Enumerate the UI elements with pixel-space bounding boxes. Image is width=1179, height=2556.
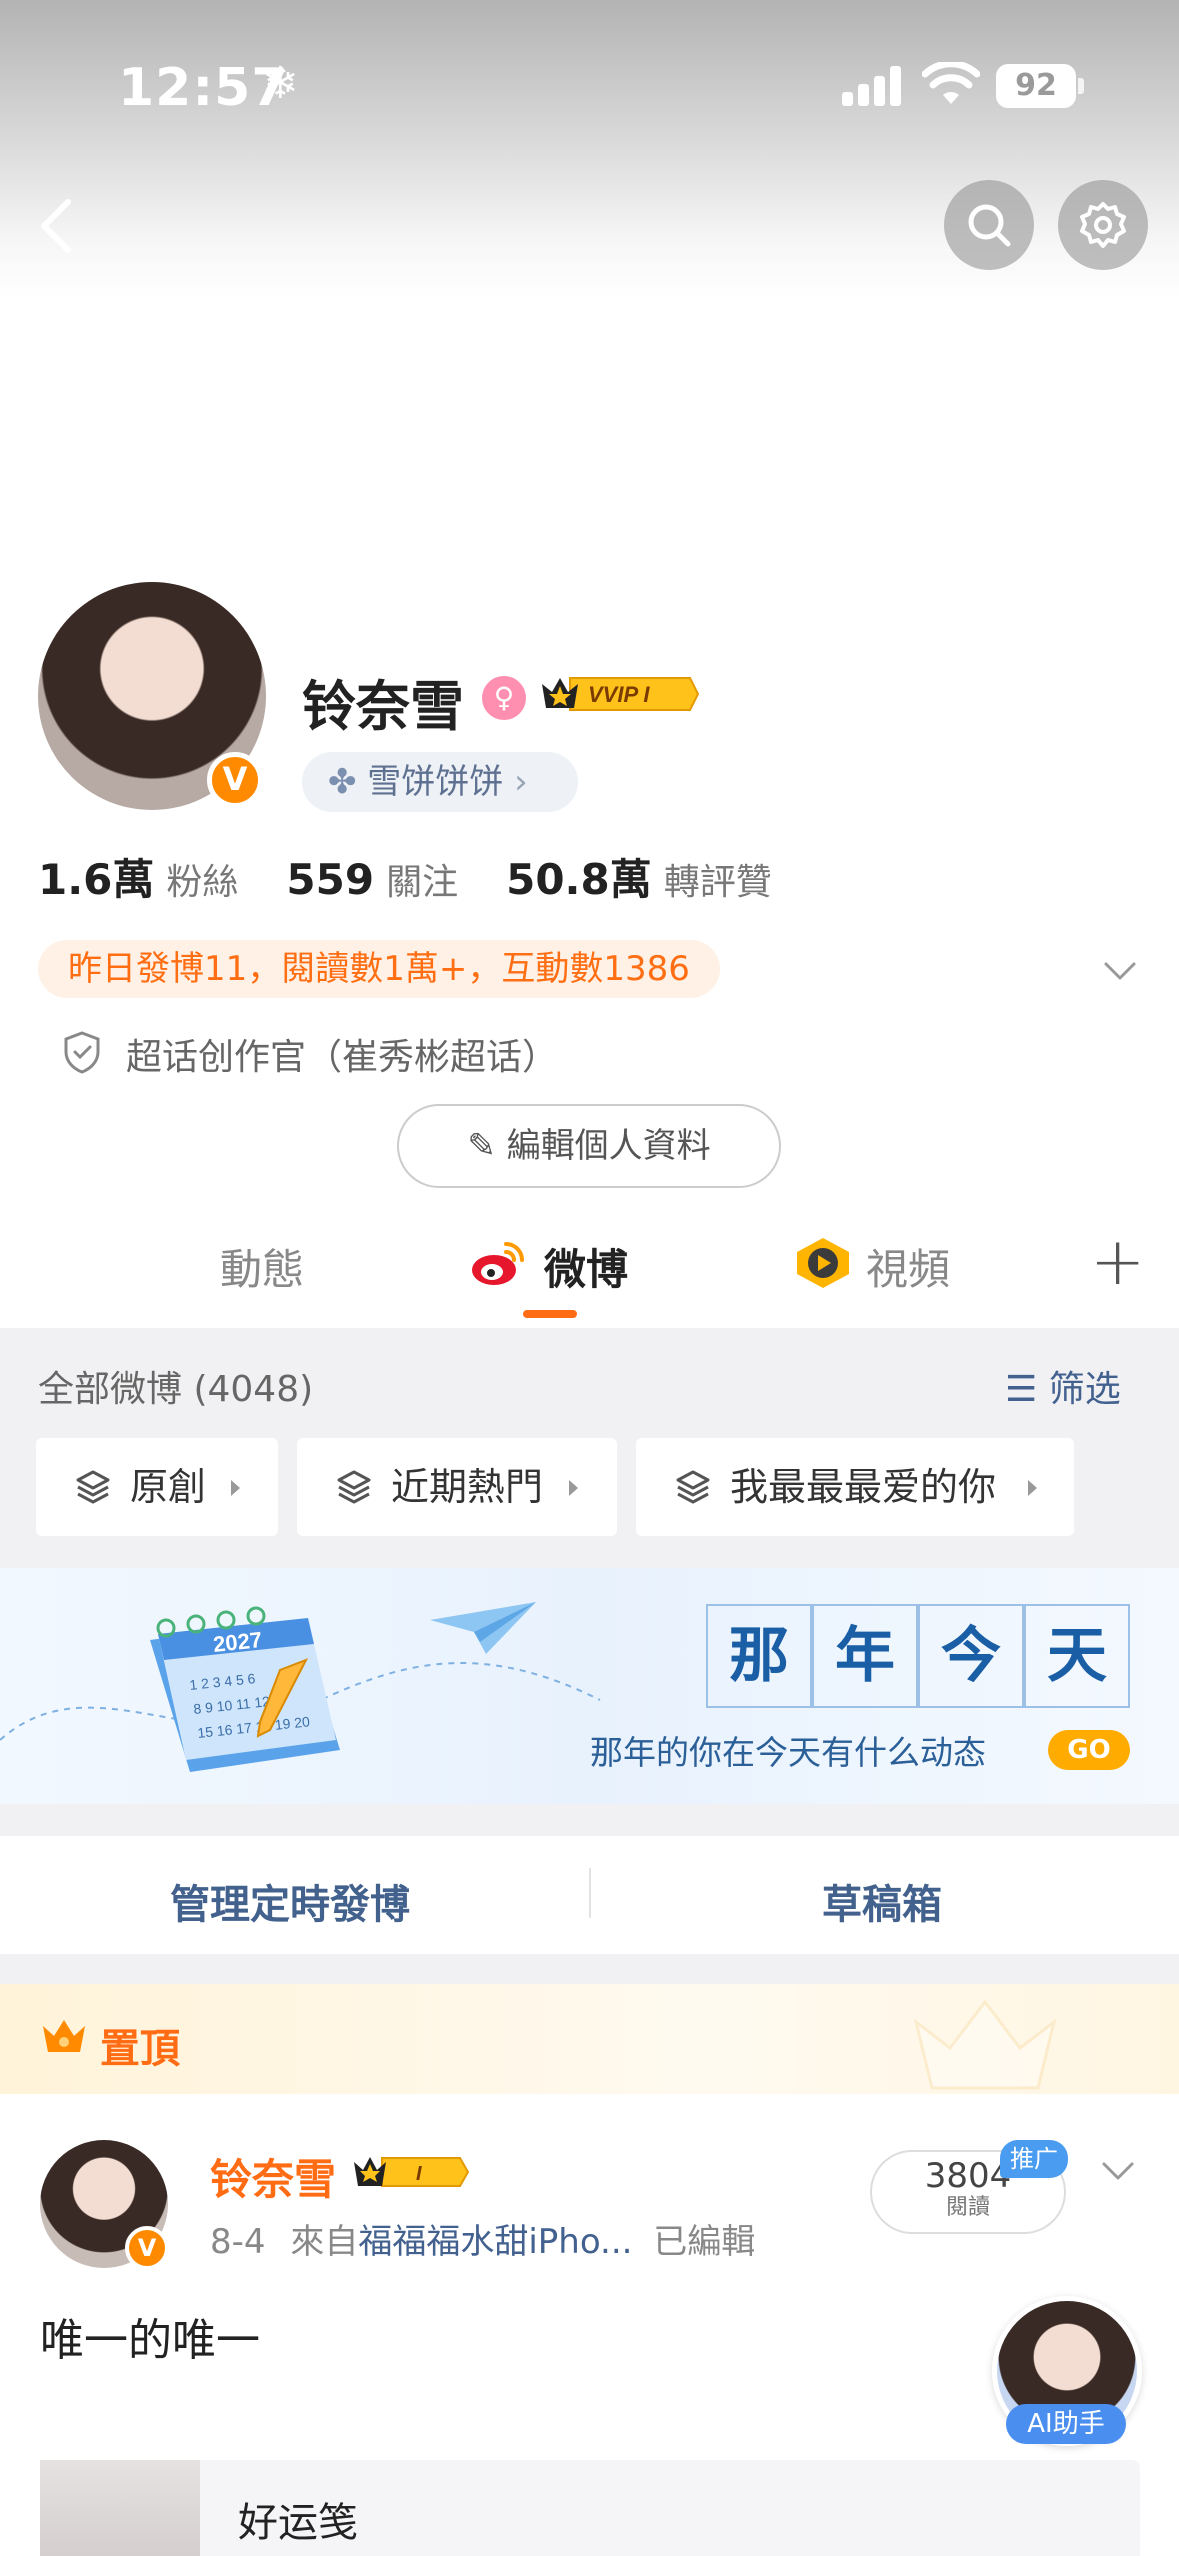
- search-button[interactable]: [944, 180, 1034, 270]
- settings-button[interactable]: [1058, 180, 1148, 270]
- member-badge[interactable]: I: [352, 2152, 470, 2192]
- caret-right-icon: [1028, 1480, 1037, 1496]
- crown-watermark-icon: [913, 1999, 1057, 2090]
- attachment-thumbnail: [40, 2460, 200, 2556]
- drafts-button[interactable]: 草稿箱: [822, 1872, 942, 1930]
- chip-favorites[interactable]: 我最最最爱的你: [636, 1438, 1074, 1536]
- profile-stats: 1.6萬 粉絲 559 關注 50.8萬 轉評贊: [38, 846, 820, 907]
- following-count[interactable]: 559: [286, 855, 374, 904]
- activity-summary[interactable]: 昨日發博11，閱讀數1萬+，互動數1386: [38, 940, 720, 998]
- layers-icon: [76, 1470, 110, 1504]
- crown-icon: [43, 2020, 85, 2052]
- chip-label: 我最最最爱的你: [730, 1465, 997, 1509]
- tab-video[interactable]: 視頻: [866, 1236, 950, 1297]
- vvip-label: VVIP I: [588, 682, 650, 707]
- caret-right-icon: [231, 1480, 240, 1496]
- promote-badge[interactable]: 推广: [1000, 2140, 1068, 2178]
- profile-name: 铃奈雪: [302, 675, 464, 738]
- chevron-right-icon: ›: [503, 762, 528, 802]
- scheduled-posts-button[interactable]: 管理定時發博: [170, 1872, 410, 1930]
- layers-icon: [337, 1470, 371, 1504]
- paper-plane-icon: [430, 1602, 536, 1654]
- manage-separator: [589, 1868, 591, 1918]
- calendar-year: 2027: [212, 1627, 263, 1657]
- gear-icon: [1080, 202, 1126, 248]
- post-from-prefix: 來自: [290, 2222, 359, 2262]
- video-icon: [797, 1238, 849, 1288]
- following-label[interactable]: 關注: [386, 862, 458, 903]
- post-meta: 8-4 來自福福福水甜iPho... 已編輯: [210, 2214, 755, 2263]
- post-source[interactable]: 福福福水甜iPho...: [358, 2222, 632, 2262]
- weibo-logo-icon: [472, 1242, 524, 1285]
- pinned-label: 置頂: [100, 2026, 180, 2072]
- banner-title-char: 天: [1024, 1604, 1130, 1708]
- filter-icon: ☰: [1005, 1369, 1049, 1410]
- filter-button[interactable]: ☰ 筛选: [1005, 1360, 1121, 1412]
- fans-label[interactable]: 粉絲: [166, 862, 238, 903]
- shield-icon: [64, 1031, 100, 1074]
- attachment-title: 好运笺: [238, 2500, 358, 2546]
- tab-weibo[interactable]: 微博: [544, 1236, 628, 1297]
- active-tab-indicator: [523, 1310, 577, 1318]
- fan-group-label: 雪饼饼饼: [367, 762, 504, 802]
- battery-cap: [1078, 78, 1084, 94]
- banner-go-button[interactable]: GO: [1048, 1730, 1130, 1770]
- verified-badge: V: [207, 752, 263, 808]
- edit-profile-button[interactable]: ✎ 編輯個人資料: [397, 1104, 781, 1188]
- verified-badge: V: [125, 2226, 169, 2270]
- post-text: 唯一的唯一: [40, 2315, 260, 2366]
- chip-recent-hot[interactable]: 近期熱門: [297, 1438, 617, 1536]
- chip-label: 近期熱門: [391, 1465, 544, 1509]
- banner-title-char: 那: [706, 1604, 812, 1708]
- fans-count[interactable]: 1.6萬: [38, 855, 154, 904]
- search-icon: [968, 204, 1011, 247]
- female-icon: ♀: [482, 676, 526, 720]
- signal-icon: [842, 66, 904, 106]
- pencil-icon: ✎: [467, 1126, 507, 1166]
- interactions-count: 50.8萬: [506, 855, 652, 904]
- layers-icon: [676, 1470, 710, 1504]
- chip-label: 原創: [130, 1465, 207, 1509]
- filter-label: 筛选: [1048, 1369, 1121, 1410]
- member-badge-label: I: [416, 2163, 422, 2185]
- chip-original[interactable]: 原創: [36, 1438, 278, 1536]
- battery-icon: 92: [996, 64, 1076, 108]
- banner-title-char: 年: [812, 1604, 918, 1708]
- calendar-icon: 2027 1 2 3 4 5 6 8 9 10 11 12 15 16 17 1…: [150, 1606, 340, 1772]
- banner-title: 那 年 今 天: [706, 1604, 1130, 1708]
- section-divider: [0, 1804, 1179, 1836]
- read-count-label: 閱讀: [945, 2195, 990, 2220]
- banner-subtitle: 那年的你在今天有什么动态: [590, 1733, 986, 1772]
- chevron-down-icon[interactable]: [1100, 950, 1140, 990]
- edit-profile-label: 編輯個人資料: [506, 1126, 711, 1166]
- back-arrow-icon[interactable]: [30, 196, 82, 256]
- banner-title-char: 今: [918, 1604, 1024, 1708]
- snowflake-icon: ❄: [262, 58, 299, 109]
- super-topic-title[interactable]: 超话创作官（崔秀彬超话）: [126, 1028, 558, 1080]
- vvip-badge[interactable]: VVIP I: [540, 672, 700, 716]
- post-attachment-card[interactable]: [40, 2460, 1140, 2556]
- fan-group-chip[interactable]: ✤ 雪饼饼饼 ›: [302, 752, 578, 812]
- add-tab-button[interactable]: +: [1090, 1229, 1145, 1295]
- wifi-icon: [922, 62, 980, 104]
- section-divider: [0, 1954, 1179, 1984]
- ai-assistant-label[interactable]: AI助手: [1006, 2404, 1126, 2444]
- post-author-name[interactable]: 铃奈雪: [210, 2146, 336, 2207]
- all-weibo-count: 全部微博 (4048): [38, 1369, 314, 1410]
- post-date: 8-4: [210, 2222, 266, 2262]
- post-edited: 已編輯: [653, 2222, 756, 2262]
- post-menu-chevron-icon[interactable]: [1098, 2150, 1138, 2190]
- interactions-label: 轉評贊: [663, 862, 772, 903]
- tab-dynamics[interactable]: 動態: [220, 1236, 304, 1297]
- clover-icon: ✤: [328, 762, 368, 802]
- caret-right-icon: [569, 1480, 578, 1496]
